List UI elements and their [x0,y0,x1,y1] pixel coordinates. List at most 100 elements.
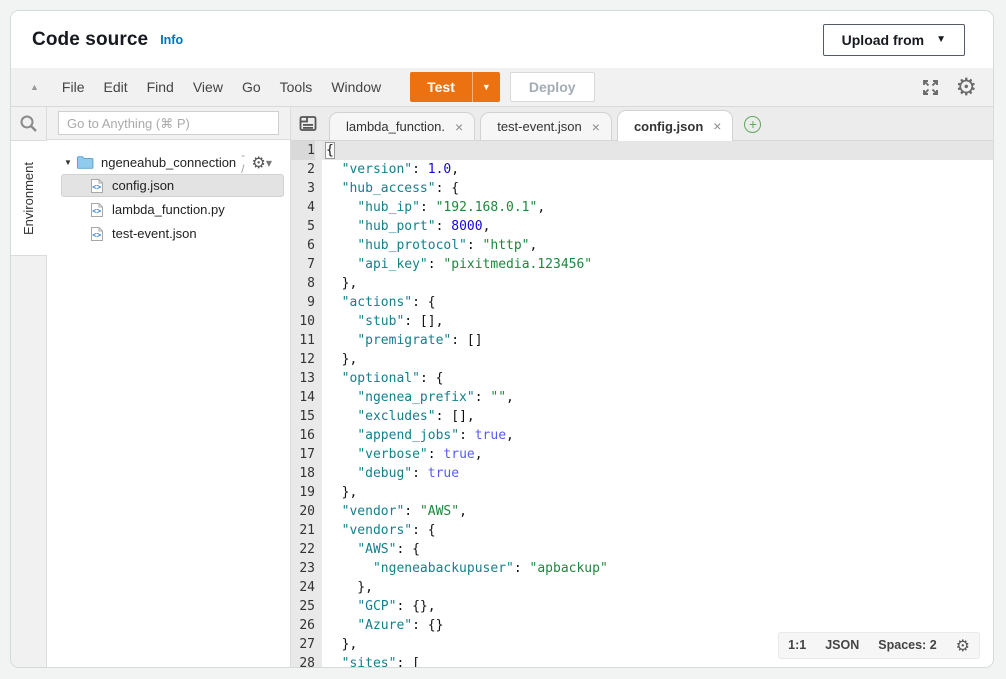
tab-config.json[interactable]: config.json × [617,110,734,141]
code-line-3: "hub_access": { [322,179,993,198]
file-tree: ▼ ngeneahub_connection - / ⚙▼ <> config.j… [47,140,290,246]
line-number: 18 [291,464,315,483]
file-name: config.json [112,178,174,193]
editor-settings-gear-icon[interactable]: ⚙ [956,638,970,654]
line-number: 24 [291,578,315,597]
folder-icon [76,155,94,170]
code-source-card: Code source Info Upload from ▼ ▲ File Edi… [10,10,994,668]
page-title: Code source [32,29,148,51]
code-line-21: "vendors": { [322,521,993,540]
folder-path-suffix: - / [241,148,251,176]
new-tab-button[interactable]: + [744,116,761,133]
tree-expand-icon[interactable]: ▼ [64,158,76,167]
code-line-6: "hub_protocol": "http", [322,236,993,255]
fullscreen-icon[interactable] [921,78,940,97]
code-line-10: "stub": [], [322,312,993,331]
environment-tab-label: Environment [21,162,36,235]
tab-label: test-event.json [497,119,582,134]
line-number: 26 [291,616,315,635]
line-number: 25 [291,597,315,616]
svg-text:<>: <> [92,230,102,239]
folder-name: ngeneahub_connection [101,155,236,170]
code-line-5: "hub_port": 8000, [322,217,993,236]
environment-tab[interactable]: Environment [10,140,47,256]
line-number: 7 [291,255,315,274]
left-strip: Environment [11,107,47,667]
tab-test-event.json[interactable]: test-event.json × [480,112,612,140]
test-split-button: Test ▼ [410,72,500,102]
upload-from-button[interactable]: Upload from ▼ [823,24,965,56]
menu-item-file[interactable]: File [59,75,88,99]
code-file-icon: <> [90,202,104,218]
line-number: 1 [291,141,315,160]
goto-anything-input[interactable] [58,111,279,135]
editor-status-bar: 1:1 JSON Spaces: 2 ⚙ [778,632,980,659]
line-number: 16 [291,426,315,445]
cursor-position[interactable]: 1:1 [788,636,806,655]
code-line-22: "AWS": { [322,540,993,559]
line-number: 12 [291,350,315,369]
line-number: 19 [291,483,315,502]
tree-files: <> config.json <> lambda_function.py <>test-… [47,174,290,245]
svg-text:<>: <> [92,182,102,191]
line-number: 22 [291,540,315,559]
code-line-7: "api_key": "pixitmedia.123456" [322,255,993,274]
line-number: 23 [291,559,315,578]
line-number: 17 [291,445,315,464]
close-icon[interactable]: × [455,119,463,135]
code-line-25: "GCP": {}, [322,597,993,616]
tabs: lambda_function.×test-event.json×config.… [324,110,733,140]
line-number-gutter[interactable]: 1234567891011121314151617181920212223242… [291,141,322,667]
line-number: 21 [291,521,315,540]
code-line-11: "premigrate": [] [322,331,993,350]
line-number: 2 [291,160,315,179]
line-number: 27 [291,635,315,654]
info-link[interactable]: Info [160,33,183,47]
menu-item-view[interactable]: View [190,75,226,99]
tree-settings-gear-icon[interactable]: ⚙▼ [252,153,273,172]
code-editor: 1234567891011121314151617181920212223242… [291,141,993,667]
menubar-right: ⚙ [921,75,977,99]
tab-lambda_function.[interactable]: lambda_function.× [329,112,475,140]
code-line-4: "hub_ip": "192.168.0.1", [322,198,993,217]
code-content[interactable]: { "version": 1.0, "hub_access": { "hub_i… [322,141,993,667]
test-button[interactable]: Test [410,72,472,102]
code-line-8: }, [322,274,993,293]
code-line-2: "version": 1.0, [322,160,993,179]
menu-item-edit[interactable]: Edit [100,75,130,99]
menu-item-tools[interactable]: Tools [277,75,316,99]
main-area: Environment ▼ ngeneahub_connection - / ⚙… [11,107,993,667]
code-line-19: }, [322,483,993,502]
file-name: lambda_function.py [112,202,225,217]
code-file-icon: <> [90,178,104,194]
gear-icon[interactable]: ⚙ [955,75,977,99]
code-line-15: "excludes": [], [322,407,993,426]
goto-anything-bar [47,107,290,140]
tree-folder-row[interactable]: ▼ ngeneahub_connection - / ⚙▼ [47,151,290,173]
code-line-12: }, [322,350,993,369]
code-line-17: "verbose": true, [322,445,993,464]
tree-file-lambda_function.py[interactable]: <> lambda_function.py [61,198,284,221]
collapse-pane-icon[interactable]: ▲ [30,82,39,92]
line-number: 28 [291,654,315,667]
header: Code source Info Upload from ▼ [11,11,993,68]
tree-file-test-event.json[interactable]: <>test-event.json [61,222,284,245]
code-line-16: "append_jobs": true, [322,426,993,445]
menu-item-find[interactable]: Find [144,75,177,99]
indent-setting[interactable]: Spaces: 2 [878,636,936,655]
close-icon[interactable]: × [713,118,721,134]
line-number: 13 [291,369,315,388]
tab-list-icon[interactable] [298,115,318,133]
search-icon[interactable] [18,113,39,134]
code-line-1: { [322,141,993,160]
tree-file-config.json[interactable]: <> config.json [61,174,284,197]
deploy-button[interactable]: Deploy [510,72,595,102]
test-dropdown-button[interactable]: ▼ [472,72,500,102]
tab-label: config.json [634,119,703,134]
menu-item-window[interactable]: Window [328,75,384,99]
plus-icon: + [749,116,757,132]
menu-item-go[interactable]: Go [239,75,264,99]
language-mode[interactable]: JSON [825,636,859,655]
editor-column: lambda_function.×test-event.json×config.… [291,107,993,667]
close-icon[interactable]: × [592,119,600,135]
